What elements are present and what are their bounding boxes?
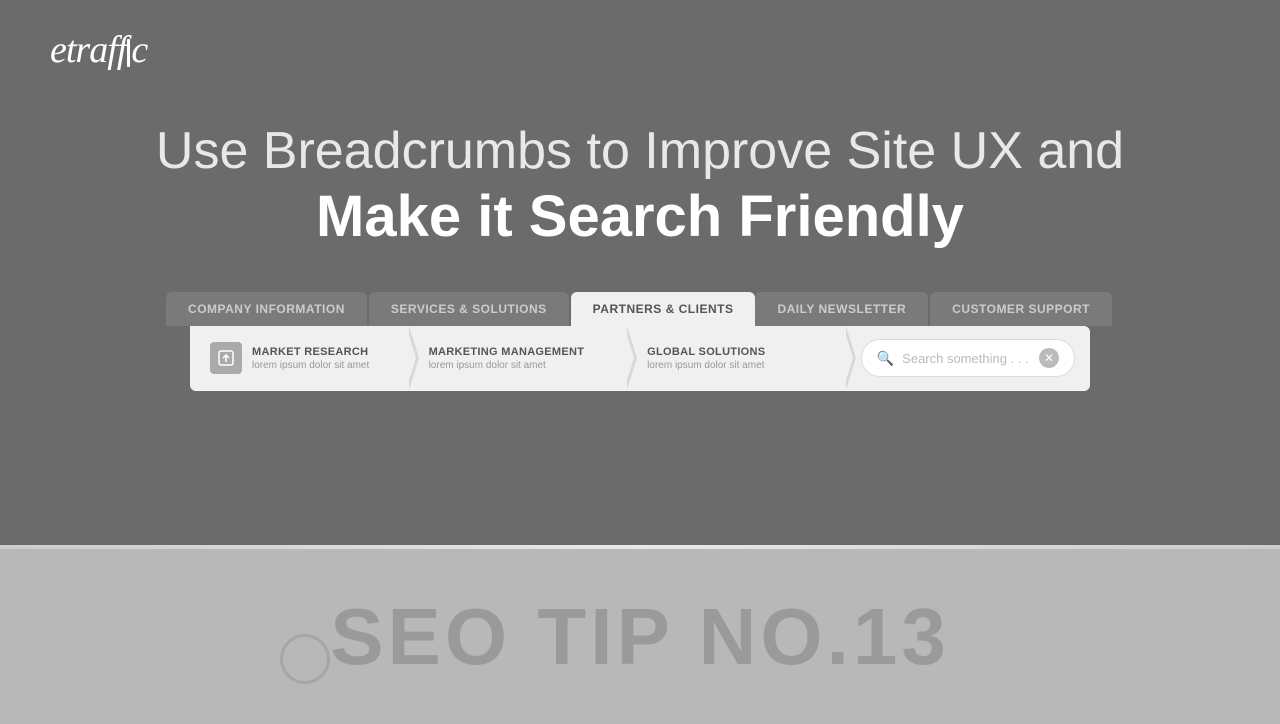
market-research-text: MARKET RESEARCH lorem ipsum dolor sit am…	[252, 346, 369, 371]
search-icon: 🔍	[877, 350, 894, 367]
headline-line2: Make it Search Friendly	[0, 182, 1280, 252]
tab-services-solutions[interactable]: SERVICES & SOLUTIONS	[369, 292, 569, 326]
top-section: etraffc Use Breadcrumbs to Improve Site …	[0, 0, 1280, 545]
bottom-section: SEO TIP NO.13	[0, 549, 1280, 724]
headline-line1: Use Breadcrumbs to Improve Site UX and	[0, 120, 1280, 182]
search-box[interactable]: 🔍 Search something . . . ✕	[861, 339, 1075, 377]
search-item: 🔍 Search something . . . ✕	[846, 326, 1090, 391]
tab-partners-clients[interactable]: PARTNERS & CLIENTS	[571, 292, 756, 326]
global-solutions-subtitle: lorem ipsum dolor sit amet	[647, 360, 765, 371]
bullet-decoration	[280, 634, 330, 684]
nav-content-block: COMPANY INFORMATION SERVICES & SOLUTIONS…	[0, 282, 1280, 391]
logo: etraffc	[50, 28, 147, 72]
market-research-subtitle: lorem ipsum dolor sit amet	[252, 360, 369, 371]
marketing-management-text: MARKETING MANAGEMENT lorem ipsum dolor s…	[429, 346, 585, 371]
breadcrumb-item-market-research[interactable]: MARKET RESEARCH lorem ipsum dolor sit am…	[190, 326, 409, 391]
search-clear-button[interactable]: ✕	[1039, 348, 1059, 368]
search-placeholder-text: Search something . . .	[902, 351, 1039, 366]
global-solutions-text: GLOBAL SOLUTIONS lorem ipsum dolor sit a…	[647, 346, 765, 371]
logo-area: etraffc	[0, 0, 197, 100]
content-bar-wrapper: MARKET RESEARCH lorem ipsum dolor sit am…	[0, 326, 1280, 391]
tab-customer-support[interactable]: CUSTOMER SUPPORT	[930, 292, 1112, 326]
marketing-management-subtitle: lorem ipsum dolor sit amet	[429, 360, 585, 371]
seo-tip-text: SEO TIP NO.13	[330, 591, 950, 683]
content-bar: MARKET RESEARCH lorem ipsum dolor sit am…	[190, 326, 1090, 391]
breadcrumb-item-marketing-management[interactable]: MARKETING MANAGEMENT lorem ipsum dolor s…	[409, 326, 628, 391]
tab-daily-newsletter[interactable]: DAILY NEWSLETTER	[755, 292, 928, 326]
global-solutions-title: GLOBAL SOLUTIONS	[647, 346, 765, 358]
breadcrumb-item-global-solutions[interactable]: GLOBAL SOLUTIONS lorem ipsum dolor sit a…	[627, 326, 846, 391]
market-research-title: MARKET RESEARCH	[252, 346, 369, 358]
marketing-management-title: MARKETING MANAGEMENT	[429, 346, 585, 358]
nav-tabs: COMPANY INFORMATION SERVICES & SOLUTIONS…	[166, 292, 1114, 326]
nav-tabs-area: COMPANY INFORMATION SERVICES & SOLUTIONS…	[0, 292, 1280, 326]
market-research-icon	[210, 342, 242, 374]
tab-company-information[interactable]: COMPANY INFORMATION	[166, 292, 367, 326]
headline-area: Use Breadcrumbs to Improve Site UX and M…	[0, 100, 1280, 282]
